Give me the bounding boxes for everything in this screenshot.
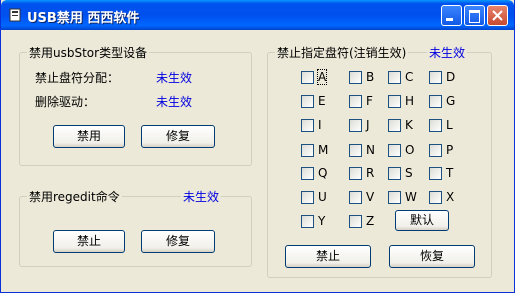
drive-checkbox-v[interactable] (349, 191, 362, 204)
drive-checkbox-j[interactable] (349, 119, 362, 132)
drive-checkbox-b[interactable] (349, 71, 362, 84)
drive-disable-button[interactable]: 禁止 (285, 245, 371, 268)
drive-checkbox-label-e[interactable]: E (318, 94, 326, 108)
default-button[interactable]: 默认 (395, 210, 449, 231)
drive-checkbox-label-t[interactable]: T (446, 166, 453, 180)
drive-checkbox-label-c[interactable]: C (405, 70, 413, 84)
drive-checkbox-u[interactable] (301, 191, 314, 204)
drive-checkbox-k[interactable] (388, 119, 401, 132)
drive-checkbox-r[interactable] (349, 167, 362, 180)
drive-checkbox-label-w[interactable]: W (405, 190, 417, 204)
drive-checkbox-h[interactable] (388, 95, 401, 108)
drive-checkbox-label-l[interactable]: L (446, 118, 453, 132)
drive-restore-button[interactable]: 恢复 (389, 245, 475, 268)
drive-checkbox-label-p[interactable]: P (446, 143, 453, 157)
delete-driver-label: 删除驱动： (35, 95, 96, 109)
regedit-disable-button[interactable]: 禁止 (53, 230, 125, 253)
drive-checkbox-o[interactable] (388, 144, 401, 157)
drive-checkbox-a[interactable] (301, 71, 314, 84)
app-window: USB禁用 西西软件 禁用usbStor类型设备 禁止盘符分配： 未生效 删除驱… (0, 0, 515, 293)
drive-checkbox-z[interactable] (349, 215, 362, 228)
drive-checkbox-c[interactable] (388, 71, 401, 84)
drive-checkbox-label-g[interactable]: G (446, 94, 455, 108)
drive-checkbox-label-h[interactable]: H (405, 94, 414, 108)
drive-checkbox-label-u[interactable]: U (318, 190, 327, 204)
maximize-button[interactable] (464, 5, 485, 26)
drive-checkbox-label-f[interactable]: F (366, 94, 373, 108)
drive-checkbox-label-v[interactable]: V (366, 190, 374, 204)
regedit-group-label: 禁用regedit命令 (27, 188, 122, 205)
minimize-icon (446, 18, 453, 21)
drive-checkbox-e[interactable] (301, 95, 314, 108)
close-icon (492, 10, 503, 21)
drive-group-label: 禁止指定盘符(注销生效) (275, 44, 409, 61)
drive-checkbox-label-o[interactable]: O (405, 143, 414, 157)
drive-checkbox-n[interactable] (349, 144, 362, 157)
drive-checkbox-w[interactable] (388, 191, 401, 204)
drive-checkbox-g[interactable] (429, 95, 442, 108)
usb-repair-button[interactable]: 修复 (141, 125, 215, 148)
drive-checkbox-label-d[interactable]: D (446, 70, 455, 84)
drive-checkbox-label-k[interactable]: K (405, 118, 413, 132)
drive-checkbox-s[interactable] (388, 167, 401, 180)
app-icon (9, 8, 21, 22)
drive-group-status: 未生效 (427, 44, 468, 61)
drive-assign-label: 禁止盘符分配： (35, 71, 120, 85)
drive-checkbox-f[interactable] (349, 95, 362, 108)
drive-checkbox-label-z[interactable]: Z (366, 214, 374, 228)
regedit-status: 未生效 (181, 188, 222, 205)
drive-checkbox-m[interactable] (301, 144, 314, 157)
drive-checkbox-x[interactable] (429, 191, 442, 204)
drive-checkbox-label-x[interactable]: X (446, 190, 454, 204)
drive-checkbox-t[interactable] (429, 167, 442, 180)
drive-checkbox-label-y[interactable]: Y (318, 214, 325, 228)
drive-checkbox-d[interactable] (429, 71, 442, 84)
close-button[interactable] (487, 5, 508, 26)
drive-checkbox-label-r[interactable]: R (366, 166, 374, 180)
drive-assign-status: 未生效 (156, 71, 193, 85)
drive-checkbox-label-i[interactable]: I (318, 118, 322, 132)
minimize-button[interactable] (441, 5, 462, 26)
drive-checkbox-q[interactable] (301, 167, 314, 180)
drive-checkbox-label-j[interactable]: J (366, 118, 370, 132)
title-bar[interactable]: USB禁用 西西软件 (1, 0, 514, 30)
drive-checkbox-label-q[interactable]: Q (318, 166, 327, 180)
drive-checkbox-label-m[interactable]: M (318, 143, 328, 157)
usb-disable-button[interactable]: 禁用 (53, 125, 125, 148)
drive-checkbox-p[interactable] (429, 144, 442, 157)
delete-driver-status: 未生效 (156, 95, 193, 109)
drive-checkbox-label-s[interactable]: S (405, 166, 413, 180)
drive-checkbox-l[interactable] (429, 119, 442, 132)
drive-checkbox-i[interactable] (301, 119, 314, 132)
drive-checkbox-label-b[interactable]: B (366, 70, 374, 84)
usb-group-label: 禁用usbStor类型设备 (27, 44, 150, 61)
regedit-repair-button[interactable]: 修复 (141, 230, 215, 253)
maximize-icon (469, 10, 480, 23)
drive-checkbox-label-n[interactable]: N (366, 143, 375, 157)
drive-checkbox-y[interactable] (301, 215, 314, 228)
drive-checkbox-label-a[interactable]: A (316, 69, 328, 85)
window-title: USB禁用 西西软件 (27, 11, 140, 26)
